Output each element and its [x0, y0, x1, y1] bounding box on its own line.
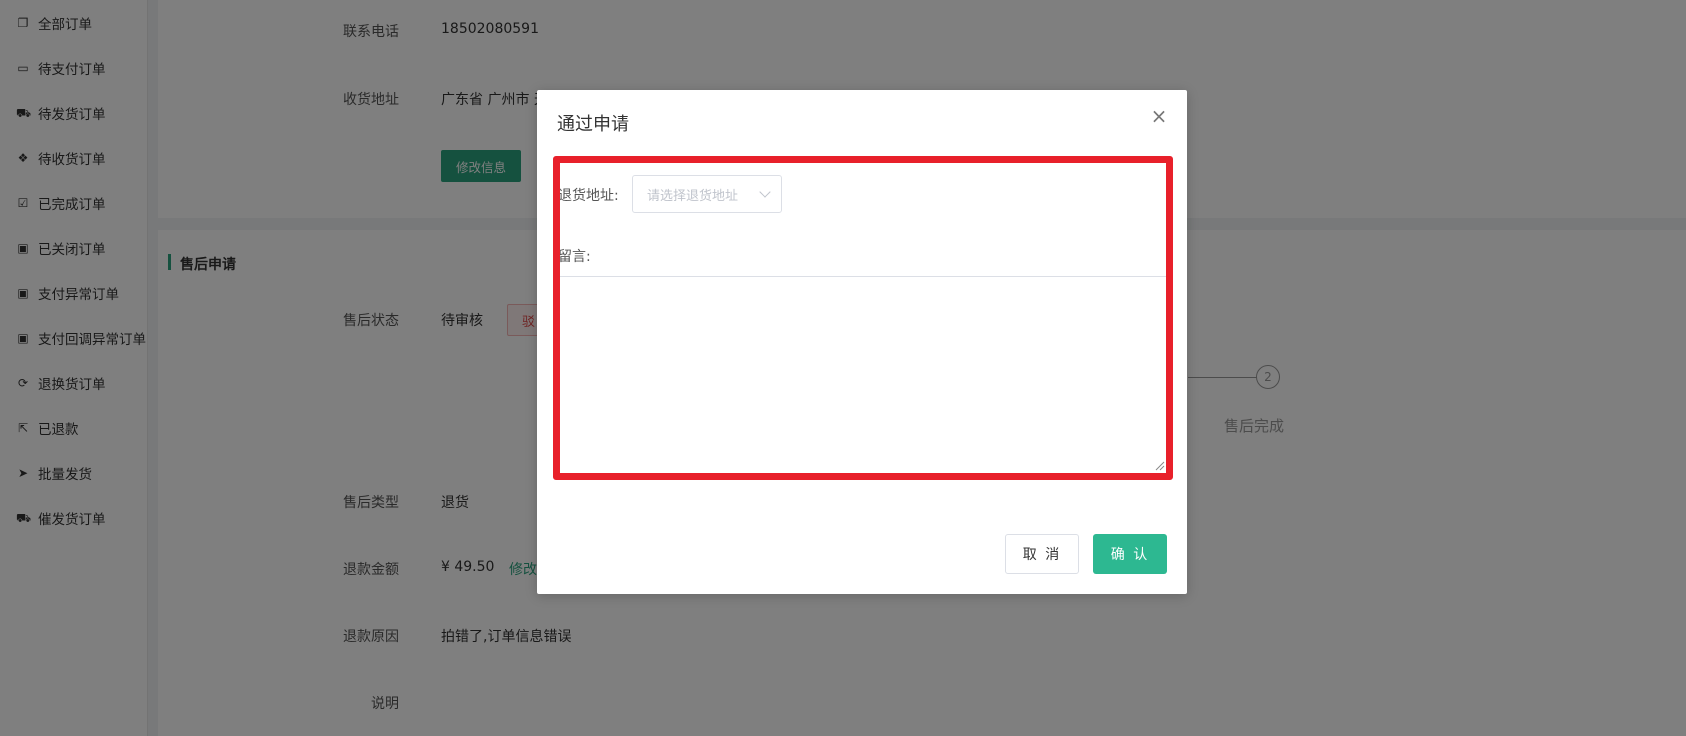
- approve-dialog: 通过申请 × 退货地址: 请选择退货地址 留言: 取 消 确 认: [537, 90, 1187, 594]
- chevron-down-icon: [759, 186, 771, 198]
- close-icon[interactable]: ×: [1149, 106, 1169, 126]
- message-label: 留言:: [558, 249, 591, 265]
- return-address-select[interactable]: 请选择退货地址: [632, 175, 782, 213]
- message-textarea[interactable]: [558, 276, 1167, 474]
- resize-grip-icon[interactable]: [1153, 459, 1165, 471]
- dialog-title: 通过申请: [557, 114, 629, 135]
- return-address-placeholder: 请选择退货地址: [647, 188, 739, 204]
- return-address-label: 退货地址:: [558, 188, 619, 204]
- confirm-button[interactable]: 确 认: [1093, 534, 1167, 574]
- cancel-button[interactable]: 取 消: [1005, 534, 1079, 574]
